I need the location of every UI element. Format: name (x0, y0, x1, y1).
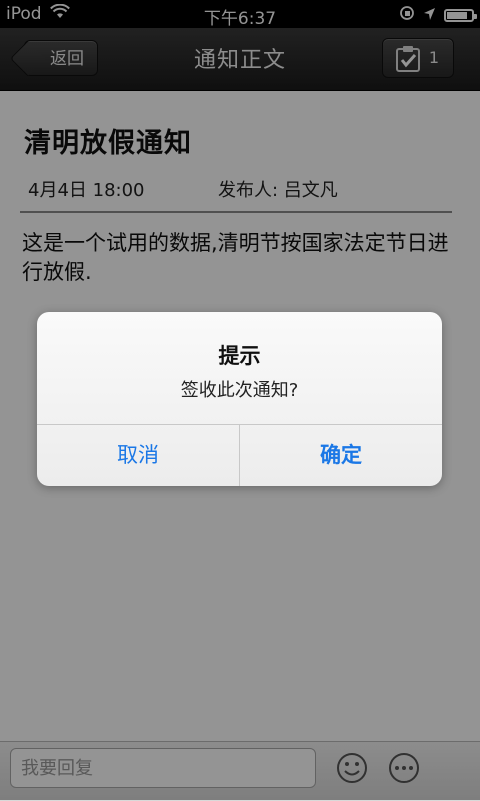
dialog-title: 提示 (218, 344, 261, 368)
confirm-dialog: 提示 签收此次通知? 取消 确定 (37, 312, 442, 486)
dialog-message: 签收此次通知? (180, 380, 299, 401)
confirm-button[interactable]: 确定 (240, 425, 442, 486)
cancel-button[interactable]: 取消 (37, 425, 239, 486)
